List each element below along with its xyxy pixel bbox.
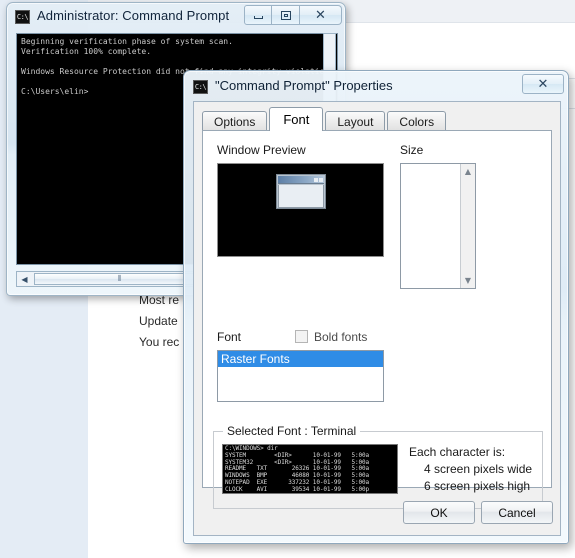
font-label: Font <box>217 330 242 344</box>
character-metrics: Each character is: 4 screen pixels wide … <box>409 444 532 495</box>
thumbnail-body <box>278 185 324 208</box>
dialog-close-button[interactable]: ✕ <box>522 74 564 94</box>
tab-layout[interactable]: Layout <box>325 111 386 131</box>
size-listbox[interactable]: ▲ ▼ <box>400 163 476 289</box>
window-preview-label: Window Preview <box>217 143 306 157</box>
ok-button[interactable]: OK <box>403 501 475 524</box>
console-close-button[interactable]: ✕ <box>300 5 342 25</box>
maximize-icon <box>280 10 291 20</box>
character-width-text: 4 screen pixels wide <box>424 462 533 476</box>
command-prompt-properties-dialog[interactable]: C:\ "Command Prompt" Properties ✕ Option… <box>183 70 569 544</box>
background-text-line-3: You rec <box>139 335 180 349</box>
font-sample-text: C:\WINDOWS> dir SYSTEM <DIR> 10-01-99 5:… <box>225 445 370 493</box>
thumbnail-button-dot <box>319 177 323 182</box>
scroll-up-arrow-icon[interactable]: ▲ <box>461 164 475 179</box>
command-prompt-icon-glyph: C:\ <box>16 12 29 21</box>
screen: Most re Update You rec C:\ Administrator… <box>0 0 575 558</box>
character-metrics-heading: Each character is: <box>409 445 506 459</box>
dialog-icon-glyph: C:\ <box>194 82 207 91</box>
cancel-button[interactable]: Cancel <box>481 501 553 524</box>
size-listbox-scrollbar[interactable]: ▲ ▼ <box>460 164 475 288</box>
tab-colors[interactable]: Colors <box>387 111 447 131</box>
selected-font-group: Selected Font : Terminal C:\WINDOWS> dir… <box>213 424 543 509</box>
close-icon: ✕ <box>537 76 549 92</box>
scroll-down-arrow-icon[interactable]: ▼ <box>461 273 475 288</box>
dialog-command-prompt-icon: C:\ <box>193 80 208 94</box>
minimize-icon <box>253 16 263 19</box>
thumbnail-title-bar <box>278 176 324 184</box>
dialog-body: Options Font Layout Colors Window Previe… <box>193 101 561 536</box>
tab-options[interactable]: Options <box>202 111 268 131</box>
tab-strip: Options Font Layout Colors <box>202 107 448 131</box>
bold-fonts-label: Bold fonts <box>314 330 368 344</box>
console-window-title: Administrator: Command Prompt <box>37 8 230 23</box>
console-title-bar[interactable]: C:\ Administrator: Command Prompt ✕ <box>7 3 345 31</box>
command-prompt-icon: C:\ <box>15 10 30 24</box>
selected-font-group-label: Selected Font : Terminal <box>223 424 361 438</box>
dialog-title: "Command Prompt" Properties <box>215 78 393 93</box>
character-height-text: 6 screen pixels high <box>424 479 531 493</box>
scroll-left-arrow-icon[interactable]: ◀ <box>17 272 32 286</box>
window-preview-thumbnail <box>276 174 326 209</box>
size-label: Size <box>400 143 424 157</box>
tab-font[interactable]: Font <box>269 107 324 131</box>
font-sample-preview: C:\WINDOWS> dir SYSTEM <DIR> 10-01-99 5:… <box>222 444 398 494</box>
bold-fonts-checkbox[interactable] <box>295 330 308 343</box>
close-icon: ✕ <box>315 7 326 23</box>
font-tab-page: Window Preview Size ▲ ▼ Font Bold fonts … <box>202 130 552 509</box>
console-window-buttons: ✕ <box>244 5 342 25</box>
thumbnail-button-dot <box>314 177 318 182</box>
background-text-line-2: Update <box>139 314 178 328</box>
minimize-button[interactable] <box>244 5 272 25</box>
window-preview-box <box>217 163 384 257</box>
font-list-item-raster-fonts[interactable]: Raster Fonts <box>218 351 383 367</box>
maximize-button[interactable] <box>272 5 300 25</box>
horizontal-scroll-thumb[interactable]: ⦀ <box>34 273 206 285</box>
font-listbox[interactable]: Raster Fonts <box>217 350 384 402</box>
